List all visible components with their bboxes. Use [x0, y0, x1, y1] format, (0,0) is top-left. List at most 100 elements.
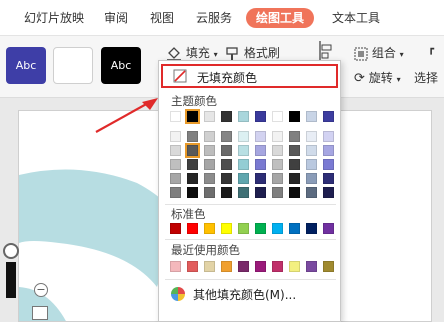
- color-swatch[interactable]: [238, 173, 249, 184]
- color-swatch[interactable]: [221, 173, 232, 184]
- color-swatch[interactable]: [187, 159, 198, 170]
- color-swatch[interactable]: [187, 131, 198, 142]
- color-swatch[interactable]: [221, 187, 232, 198]
- rotation-handle[interactable]: [3, 243, 19, 259]
- color-swatch[interactable]: [170, 131, 181, 142]
- color-swatch[interactable]: [323, 111, 334, 122]
- color-swatch[interactable]: [170, 261, 181, 272]
- color-swatch[interactable]: [238, 223, 249, 234]
- color-swatch[interactable]: [272, 159, 283, 170]
- color-swatch[interactable]: [255, 131, 266, 142]
- color-swatch[interactable]: [289, 111, 300, 122]
- color-swatch[interactable]: [221, 111, 232, 122]
- shape-style-black[interactable]: Abc: [101, 47, 141, 84]
- color-swatch[interactable]: [187, 173, 198, 184]
- color-swatch[interactable]: [323, 261, 334, 272]
- color-swatch[interactable]: [204, 131, 215, 142]
- color-swatch[interactable]: [170, 145, 181, 156]
- color-swatch[interactable]: [323, 187, 334, 198]
- color-swatch[interactable]: [221, 159, 232, 170]
- color-swatch[interactable]: [272, 145, 283, 156]
- color-swatch[interactable]: [204, 145, 215, 156]
- layout-icon[interactable]: [32, 306, 48, 320]
- color-swatch[interactable]: [170, 159, 181, 170]
- color-swatch[interactable]: [306, 223, 317, 234]
- color-swatch[interactable]: [323, 223, 334, 234]
- rotate-button[interactable]: ⟳ 旋转 ▾: [354, 69, 401, 86]
- align-button[interactable]: [318, 40, 334, 62]
- color-swatch[interactable]: [272, 223, 283, 234]
- color-swatch[interactable]: [187, 223, 198, 234]
- color-swatch[interactable]: [289, 187, 300, 198]
- color-swatch[interactable]: [323, 173, 334, 184]
- color-swatch[interactable]: [255, 111, 266, 122]
- color-swatch[interactable]: [170, 173, 181, 184]
- color-swatch[interactable]: [255, 159, 266, 170]
- tab-text-tools[interactable]: 文本工具: [332, 8, 380, 28]
- color-swatch[interactable]: [323, 145, 334, 156]
- color-swatch[interactable]: [170, 223, 181, 234]
- color-swatch[interactable]: [323, 131, 334, 142]
- color-swatch[interactable]: [289, 131, 300, 142]
- color-swatch[interactable]: [204, 111, 215, 122]
- color-swatch[interactable]: [238, 131, 249, 142]
- color-swatch-hover[interactable]: [185, 143, 200, 158]
- color-swatch[interactable]: [306, 145, 317, 156]
- color-swatch[interactable]: [323, 159, 334, 170]
- color-swatch[interactable]: [221, 131, 232, 142]
- color-swatch[interactable]: [289, 159, 300, 170]
- color-swatch[interactable]: [238, 159, 249, 170]
- color-swatch[interactable]: [289, 261, 300, 272]
- color-swatch[interactable]: [221, 145, 232, 156]
- color-swatch[interactable]: [306, 111, 317, 122]
- tab-cloud[interactable]: 云服务: [196, 8, 232, 28]
- fill-button[interactable]: 填充 ▾: [166, 44, 218, 62]
- color-swatch[interactable]: [272, 131, 283, 142]
- color-swatch[interactable]: [187, 187, 198, 198]
- color-swatch[interactable]: [306, 187, 317, 198]
- tab-drawing-tools[interactable]: 绘图工具: [246, 8, 315, 28]
- color-swatch[interactable]: [289, 145, 300, 156]
- more-fill-colors-option[interactable]: 其他填充颜色(M)...: [159, 282, 340, 304]
- format-brush-button[interactable]: 格式刷: [224, 44, 280, 62]
- color-swatch[interactable]: [255, 261, 266, 272]
- color-swatch[interactable]: [255, 187, 266, 198]
- color-swatch[interactable]: [204, 261, 215, 272]
- color-swatch[interactable]: [289, 223, 300, 234]
- color-swatch[interactable]: [238, 261, 249, 272]
- color-swatch[interactable]: [204, 187, 215, 198]
- color-swatch[interactable]: [272, 261, 283, 272]
- expand-ribbon-icon[interactable]: ┏: [428, 44, 434, 55]
- color-swatch[interactable]: [170, 187, 181, 198]
- color-swatch[interactable]: [238, 111, 249, 122]
- color-swatch[interactable]: [255, 145, 266, 156]
- tab-view[interactable]: 视图: [150, 8, 174, 28]
- color-swatch[interactable]: [306, 159, 317, 170]
- color-swatch[interactable]: [306, 131, 317, 142]
- color-swatch[interactable]: [187, 261, 198, 272]
- color-swatch[interactable]: [272, 173, 283, 184]
- color-swatch[interactable]: [221, 223, 232, 234]
- color-swatch[interactable]: [204, 173, 215, 184]
- color-swatch[interactable]: [306, 261, 317, 272]
- no-fill-option[interactable]: 无填充颜色: [161, 64, 338, 88]
- zoom-out-icon[interactable]: −: [34, 283, 48, 297]
- color-swatch-selected[interactable]: [185, 109, 200, 124]
- color-swatch[interactable]: [306, 173, 317, 184]
- shape-style-blue[interactable]: Abc: [6, 47, 46, 84]
- color-swatch[interactable]: [255, 173, 266, 184]
- color-swatch[interactable]: [204, 159, 215, 170]
- tab-slideshow[interactable]: 幻灯片放映: [24, 8, 84, 28]
- color-swatch[interactable]: [238, 187, 249, 198]
- tab-review[interactable]: 审阅: [104, 8, 128, 28]
- color-swatch[interactable]: [272, 111, 283, 122]
- color-swatch[interactable]: [221, 261, 232, 272]
- color-swatch[interactable]: [255, 223, 266, 234]
- color-swatch[interactable]: [272, 187, 283, 198]
- select-button[interactable]: 选择: [414, 69, 438, 86]
- shape-style-white[interactable]: [53, 47, 93, 84]
- group-button[interactable]: 组合 ▾: [354, 44, 404, 61]
- color-swatch[interactable]: [238, 145, 249, 156]
- color-swatch[interactable]: [289, 173, 300, 184]
- color-swatch[interactable]: [170, 111, 181, 122]
